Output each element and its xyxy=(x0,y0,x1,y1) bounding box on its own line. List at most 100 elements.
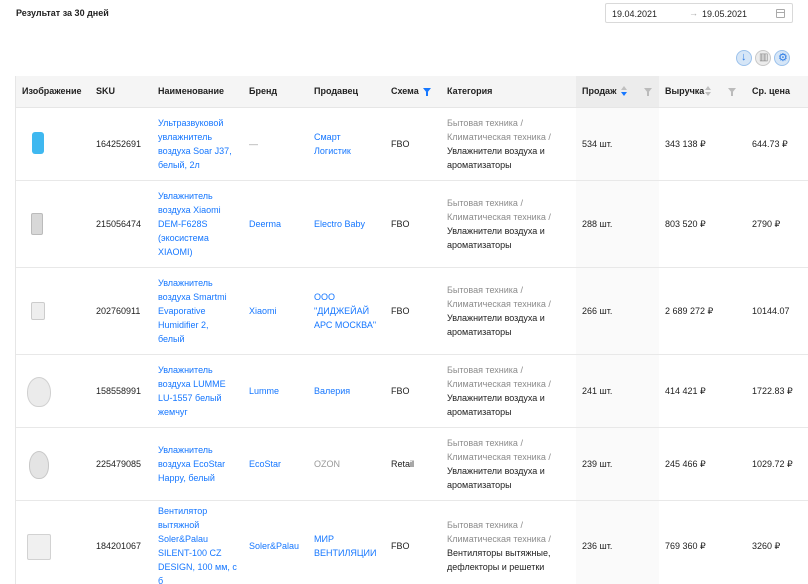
category-cell: Бытовая техника / Климатическая техника /… xyxy=(441,267,576,355)
product-image[interactable] xyxy=(25,531,51,561)
revenue-cell: 343 138 ₽ xyxy=(659,107,746,181)
category-level-3[interactable]: Вентиляторы вытяжные, дефлекторы и решет… xyxy=(447,548,550,572)
product-image[interactable] xyxy=(25,296,51,326)
brand-link[interactable]: Xiaomi xyxy=(243,267,308,355)
product-image-cell[interactable] xyxy=(16,427,90,501)
category-cell: Бытовая техника / Климатическая техника /… xyxy=(441,427,576,501)
seller-link[interactable]: Валерия xyxy=(308,354,385,428)
category-separator: / xyxy=(548,211,551,222)
seller-link[interactable]: Смарт Логистик xyxy=(308,107,385,181)
scheme-cell: FBO xyxy=(385,267,441,355)
category-level-3[interactable]: Увлажнители воздуха и ароматизаторы xyxy=(447,466,545,490)
product-name-link[interactable]: Увлажнитель воздуха Xiaomi DEM-F628S (эк… xyxy=(152,180,243,268)
top-bar: Результат за 30 дней 19.04.2021 → 19.05.… xyxy=(0,0,808,30)
scheme-cell: Retail xyxy=(385,427,441,501)
sold-cell: 241 шт. xyxy=(576,354,659,428)
product-name-link[interactable]: Вентилятор вытяжной Soler&Palau SILENT-1… xyxy=(152,500,243,584)
col-scheme[interactable]: Схема xyxy=(385,76,441,108)
columns-icon[interactable] xyxy=(755,50,771,66)
category-level-3[interactable]: Увлажнители воздуха и ароматизаторы xyxy=(447,313,545,337)
sort-icon[interactable] xyxy=(621,86,627,98)
col-name[interactable]: Наименование xyxy=(152,76,243,108)
category-level-3[interactable]: Увлажнители воздуха и ароматизаторы xyxy=(447,393,545,417)
calendar-icon[interactable] xyxy=(776,9,785,18)
product-image-cell[interactable] xyxy=(16,500,90,584)
col-category[interactable]: Категория xyxy=(441,76,576,108)
category-level-2[interactable]: Климатическая техника xyxy=(447,452,546,462)
filter-icon[interactable] xyxy=(423,88,431,96)
category-level-2[interactable]: Климатическая техника xyxy=(447,534,546,544)
category-separator: / xyxy=(548,378,551,389)
product-name-link[interactable]: Ультразвуковой увлажнитель воздуха Soar … xyxy=(152,107,243,181)
col-brand[interactable]: Бренд xyxy=(243,76,308,108)
avg-price-cell: 644.73 ₽ xyxy=(746,107,808,181)
category-level-1[interactable]: Бытовая техника xyxy=(447,118,518,128)
category-level-1[interactable]: Бытовая техника xyxy=(447,520,518,530)
seller-link[interactable]: МИР ВЕНТИЛЯЦИИ xyxy=(308,500,385,584)
product-name-link[interactable]: Увлажнитель воздуха EcoStar Happy, белый xyxy=(152,427,243,501)
category-level-3[interactable]: Увлажнители воздуха и ароматизаторы xyxy=(447,226,545,250)
product-image[interactable] xyxy=(25,129,51,159)
seller-link[interactable]: OZON xyxy=(308,427,385,501)
category-level-1[interactable]: Бытовая техника xyxy=(447,198,518,208)
table-row[interactable]: 215056474 Увлажнитель воздуха Xiaomi DEM-… xyxy=(16,180,808,268)
category-level-2[interactable]: Климатическая техника xyxy=(447,212,546,222)
category-level-2[interactable]: Климатическая техника xyxy=(447,299,546,309)
seller-link[interactable]: ООО "ДИДЖЕЙАЙ АРС МОСКВА" xyxy=(308,267,385,355)
sku-cell: 184201067 xyxy=(90,500,152,584)
product-image-cell[interactable] xyxy=(16,267,90,355)
col-sku[interactable]: SKU xyxy=(90,76,152,108)
date-range-picker[interactable]: 19.04.2021 → 19.05.2021 xyxy=(605,3,793,23)
category-level-1[interactable]: Бытовая техника xyxy=(447,285,518,295)
category-level-2[interactable]: Климатическая техника xyxy=(447,379,546,389)
category-level-3[interactable]: Увлажнители воздуха и ароматизаторы xyxy=(447,146,545,170)
brand-link[interactable]: Deerma xyxy=(243,180,308,268)
category-level-1[interactable]: Бытовая техника xyxy=(447,365,518,375)
product-thumbnail xyxy=(27,534,51,560)
brand-link[interactable]: Lumme xyxy=(243,354,308,428)
brand-link[interactable]: Soler&Palau xyxy=(243,500,308,584)
product-image-cell[interactable] xyxy=(16,354,90,428)
filter-icon[interactable] xyxy=(728,88,736,96)
revenue-cell: 803 520 ₽ xyxy=(659,180,746,268)
product-name-link[interactable]: Увлажнитель воздуха Smartmi Evaporative … xyxy=(152,267,243,355)
table-row[interactable]: 164252691 Ультразвуковой увлажнитель возд… xyxy=(16,107,808,181)
category-level-1[interactable]: Бытовая техника xyxy=(447,438,518,448)
products-table: Изображение SKU Наименование Бренд Прода… xyxy=(15,76,808,584)
product-image[interactable] xyxy=(25,449,51,479)
sku-cell: 215056474 xyxy=(90,180,152,268)
filter-icon[interactable] xyxy=(644,88,652,96)
sort-icon[interactable] xyxy=(705,86,711,98)
settings-icon[interactable] xyxy=(774,50,790,66)
category-separator: / xyxy=(520,437,523,448)
sold-cell: 266 шт. xyxy=(576,267,659,355)
table-row[interactable]: 202760911 Увлажнитель воздуха Smartmi Eva… xyxy=(16,267,808,355)
table-row[interactable]: 225479085 Увлажнитель воздуха EcoStar Hap… xyxy=(16,427,808,501)
brand-link[interactable]: EcoStar xyxy=(243,427,308,501)
date-from[interactable]: 19.04.2021 xyxy=(612,9,657,19)
product-image-cell[interactable] xyxy=(16,107,90,181)
product-image[interactable] xyxy=(25,376,51,407)
product-name-link[interactable]: Увлажнитель воздуха LUMME LU-1557 белый … xyxy=(152,354,243,428)
col-avg-price[interactable]: Ср. цена xyxy=(746,76,808,108)
col-sold[interactable]: Продаж xyxy=(576,76,659,108)
product-thumbnail xyxy=(31,212,43,235)
scheme-cell: FBO xyxy=(385,180,441,268)
seller-link[interactable]: Electro Baby xyxy=(308,180,385,268)
product-image-cell[interactable] xyxy=(16,180,90,268)
product-image[interactable] xyxy=(25,209,51,239)
col-seller[interactable]: Продавец xyxy=(308,76,385,108)
category-level-2[interactable]: Климатическая техника xyxy=(447,132,546,142)
category-cell: Бытовая техника / Климатическая техника /… xyxy=(441,180,576,268)
download-icon[interactable] xyxy=(736,50,752,66)
table-row[interactable]: 158558991 Увлажнитель воздуха LUMME LU-15… xyxy=(16,354,808,428)
category-cell: Бытовая техника / Климатическая техника /… xyxy=(441,500,576,584)
col-revenue[interactable]: Выручка xyxy=(659,76,746,108)
category-separator: / xyxy=(548,534,551,544)
sku-cell: 164252691 xyxy=(90,107,152,181)
col-image: Изображение xyxy=(16,76,90,108)
avg-price-cell: 2790 ₽ xyxy=(746,180,808,268)
revenue-cell: 414 421 ₽ xyxy=(659,354,746,428)
table-row[interactable]: 184201067 Вентилятор вытяжной Soler&Palau… xyxy=(16,500,808,584)
date-to[interactable]: 19.05.2021 xyxy=(702,9,747,19)
